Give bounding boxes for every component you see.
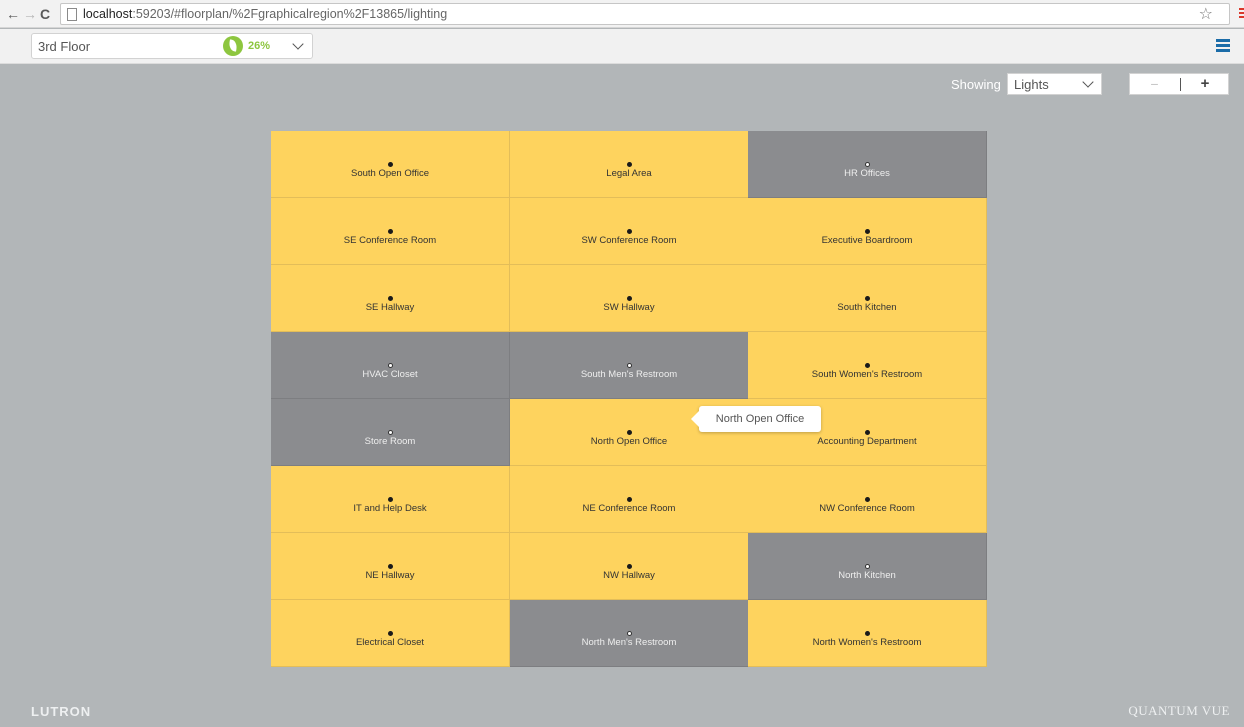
room-label: NW Hallway [603, 570, 655, 581]
room-label: North Open Office [590, 436, 668, 447]
room-light-dot-icon[interactable] [865, 564, 870, 569]
room-light-dot-icon[interactable] [388, 631, 393, 636]
room-label: NW Conference Room [819, 503, 915, 514]
chevron-down-icon[interactable] [292, 38, 304, 50]
room-light-dot-icon[interactable] [388, 229, 393, 234]
back-arrow-icon[interactable]: ← [6, 5, 20, 23]
room-light-dot-icon[interactable] [865, 229, 870, 234]
url-text[interactable]: localhost:59203/#floorplan/%2Fgraphicalr… [83, 7, 447, 21]
room-light-dot-icon[interactable] [388, 564, 393, 569]
zoom-control: − + [1129, 73, 1229, 95]
room-label: North Women's Restroom [812, 637, 922, 648]
room-light-dot-icon[interactable] [627, 430, 632, 435]
leaf-icon [223, 36, 243, 56]
forward-arrow-icon[interactable]: → [23, 5, 37, 23]
room-tile[interactable]: HVAC Closet [271, 332, 510, 399]
room-label: SE Conference Room [343, 235, 437, 246]
room-light-dot-icon[interactable] [388, 296, 393, 301]
room-tile[interactable]: Executive Boardroom [748, 198, 987, 265]
room-label: North Kitchen [838, 570, 896, 581]
room-light-dot-icon[interactable] [388, 363, 393, 368]
room-label: Store Room [364, 436, 416, 447]
energy-savings-percent: 26% [248, 40, 271, 52]
room-light-dot-icon[interactable] [388, 430, 393, 435]
room-light-dot-icon[interactable] [627, 162, 632, 167]
extension-menu-icon[interactable] [1239, 8, 1244, 20]
room-light-dot-icon[interactable] [627, 497, 632, 502]
browser-toolbar: ← → C localhost:59203/#floorplan/%2Fgrap… [0, 0, 1244, 28]
room-label: NE Conference Room [582, 503, 676, 514]
room-tile[interactable]: SE Conference Room [271, 198, 510, 265]
room-label: South Kitchen [837, 302, 897, 313]
room-tile[interactable]: South Kitchen [748, 265, 987, 332]
room-tile[interactable]: Store Room [271, 399, 510, 466]
lutron-logo: LUTRON [31, 704, 92, 719]
room-label: Executive Boardroom [821, 235, 913, 246]
room-tile[interactable]: NE Conference Room [510, 466, 749, 533]
address-bar[interactable]: localhost:59203/#floorplan/%2Fgraphicalr… [60, 3, 1230, 25]
room-light-dot-icon[interactable] [627, 631, 632, 636]
room-light-dot-icon[interactable] [627, 229, 632, 234]
room-tile[interactable]: NW Hallway [510, 533, 749, 600]
showing-value: Lights [1014, 77, 1049, 92]
room-tile[interactable]: Legal Area [510, 131, 749, 198]
room-label: SE Hallway [365, 302, 415, 313]
room-light-dot-icon[interactable] [865, 430, 870, 435]
room-light-dot-icon[interactable] [865, 162, 870, 167]
room-light-dot-icon[interactable] [865, 631, 870, 636]
room-label: Legal Area [606, 168, 652, 179]
floorplan-grid: South Open Office Legal Area HR Offices SE … [271, 131, 987, 667]
room-light-dot-icon[interactable] [388, 497, 393, 502]
hamburger-menu-icon[interactable] [1216, 39, 1230, 52]
quantum-vue-logo: QUANTUM VUE [1128, 703, 1230, 718]
room-tile[interactable]: South Open Office [271, 131, 510, 198]
showing-dropdown[interactable]: Lights [1007, 73, 1102, 95]
room-label: South Women's Restroom [811, 369, 923, 380]
room-label: North Men's Restroom [581, 637, 677, 648]
zoom-in-button[interactable]: + [1181, 74, 1229, 94]
room-tile[interactable]: SE Hallway [271, 265, 510, 332]
floor-selector[interactable]: 3rd Floor 26% [31, 33, 313, 59]
room-light-dot-icon[interactable] [627, 363, 632, 368]
room-tile[interactable]: HR Offices [748, 131, 987, 198]
room-tile[interactable]: North Women's Restroom [748, 600, 987, 667]
room-tile[interactable]: North Kitchen [748, 533, 987, 600]
room-label: South Men's Restroom [580, 369, 678, 380]
room-label: SW Conference Room [581, 235, 677, 246]
room-tile[interactable]: SW Conference Room [510, 198, 749, 265]
chevron-down-icon[interactable] [1082, 76, 1094, 88]
reload-icon[interactable]: C [40, 5, 50, 23]
room-label: Accounting Department [817, 436, 917, 447]
room-label: South Open Office [351, 168, 429, 179]
room-tile[interactable]: Electrical Closet [271, 600, 510, 667]
room-light-dot-icon[interactable] [865, 363, 870, 368]
tooltip-text: North Open Office [715, 413, 805, 425]
room-label: HR Offices [844, 168, 890, 179]
room-tile[interactable]: IT and Help Desk [271, 466, 510, 533]
bookmark-star-icon[interactable]: ☆ [1199, 6, 1213, 24]
room-light-dot-icon[interactable] [627, 296, 632, 301]
room-tile[interactable]: NE Hallway [271, 533, 510, 600]
page-icon [67, 8, 77, 21]
room-light-dot-icon[interactable] [865, 497, 870, 502]
room-label: NE Hallway [365, 570, 415, 581]
room-label: SW Hallway [603, 302, 655, 313]
room-light-dot-icon[interactable] [627, 564, 632, 569]
room-label: Electrical Closet [355, 637, 425, 648]
zoom-out-button[interactable]: − [1130, 74, 1179, 94]
room-tile[interactable]: South Women's Restroom [748, 332, 987, 399]
room-tile[interactable]: NW Conference Room [748, 466, 987, 533]
room-light-dot-icon[interactable] [865, 296, 870, 301]
room-light-dot-icon[interactable] [388, 162, 393, 167]
room-tooltip: North Open Office [691, 406, 821, 432]
room-label: IT and Help Desk [353, 503, 427, 514]
room-label: HVAC Closet [362, 369, 418, 380]
room-tile[interactable]: North Men's Restroom [510, 600, 749, 667]
app-header: 3rd Floor 26% [0, 29, 1244, 64]
room-tile[interactable]: South Men's Restroom [510, 332, 749, 399]
room-tile[interactable]: SW Hallway [510, 265, 749, 332]
showing-label: Showing [951, 77, 1001, 92]
floor-name: 3rd Floor [38, 39, 91, 54]
